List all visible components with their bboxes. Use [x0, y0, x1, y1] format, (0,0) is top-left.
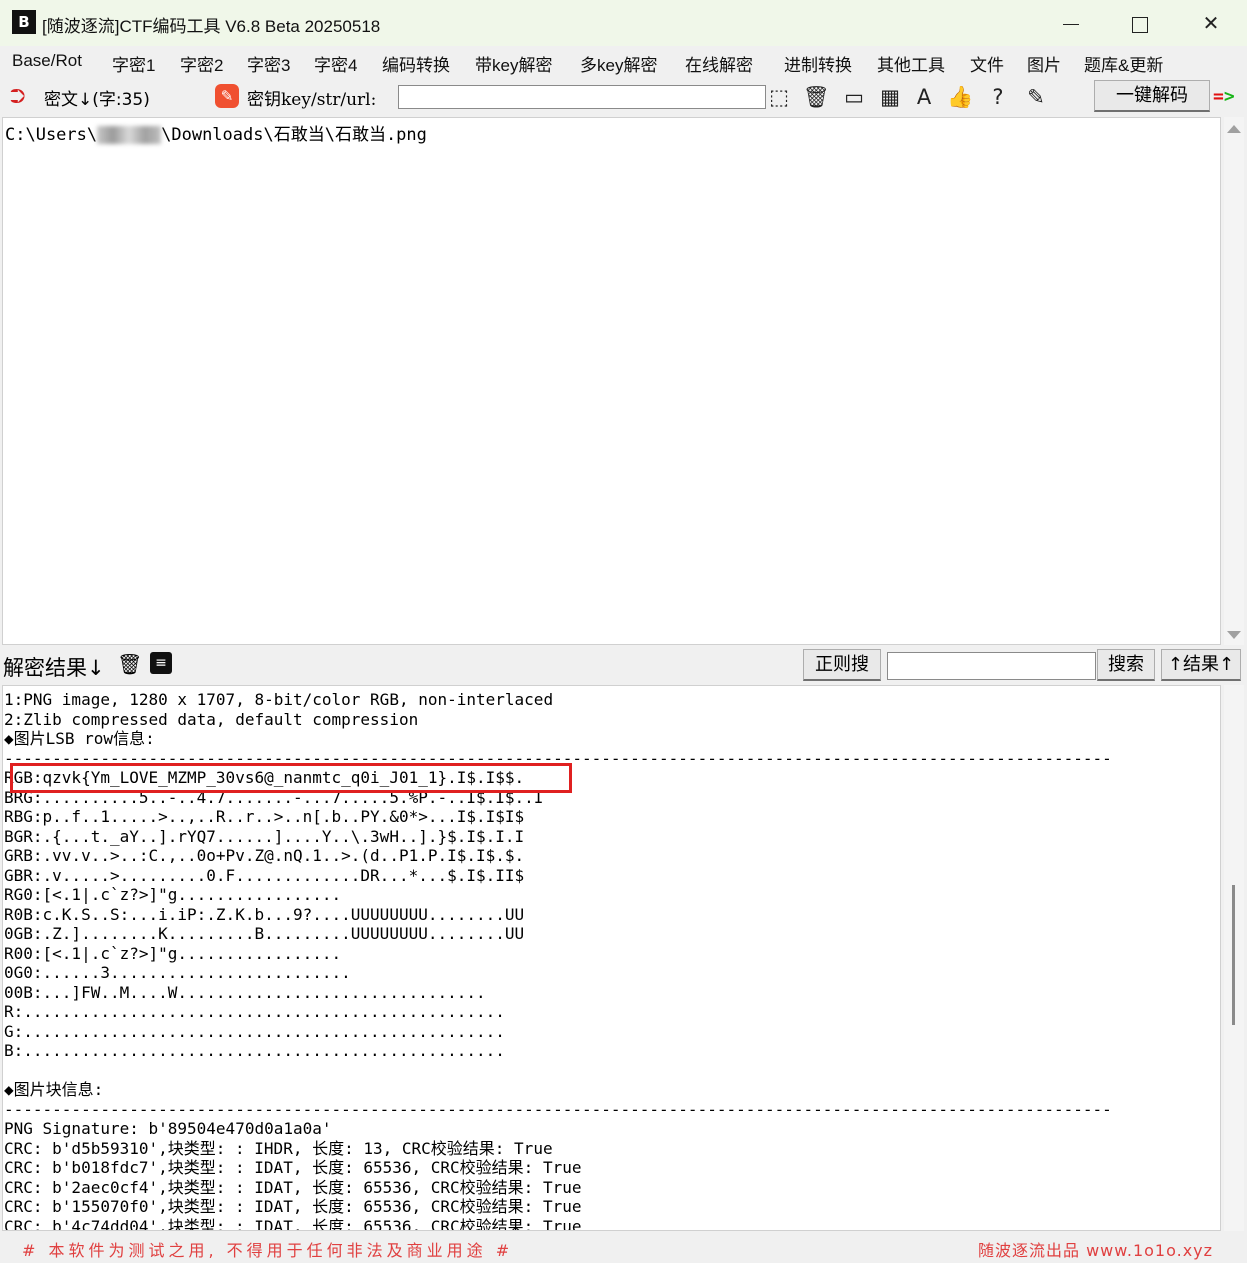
menu-other-tools[interactable]: 其他工具	[877, 51, 945, 76]
output-line: CRC: b'4c74dd04',块类型: : IDAT, 长度: 65536,…	[4, 1216, 582, 1231]
menu-zimi4[interactable]: 字密4	[314, 51, 357, 76]
clear-result-icon[interactable]: 🗑	[117, 652, 142, 676]
title-bar: B [随波逐流]CTF编码工具 V6.8 Beta 20250518 ✕	[0, 0, 1247, 47]
terminal-icon[interactable]: ▭	[841, 84, 867, 110]
send-arrow-icon[interactable]: =>	[1213, 86, 1235, 107]
output-line: 1:PNG image, 1280 x 1707, 8-bit/color RG…	[4, 690, 554, 709]
menu-multikey-decrypt[interactable]: 多key解密	[580, 51, 657, 76]
trash-icon[interactable]: 🗑	[803, 84, 830, 110]
output-line: CRC: b'b018fdc7',块类型: : IDAT, 长度: 65536,…	[4, 1158, 582, 1177]
minimize-icon	[1063, 24, 1079, 25]
output-line: ----------------------------------------…	[4, 1099, 1112, 1119]
result-up-button[interactable]: ↑结果↑	[1161, 649, 1241, 681]
copy-result-icon[interactable]: ≡	[150, 652, 172, 674]
status-footer: # 本软件为测试之用, 不得用于任何非法及商业用途 # 随波逐流出品 www.1…	[0, 1233, 1247, 1263]
menu-file[interactable]: 文件	[970, 51, 1004, 76]
minimize-button[interactable]	[1036, 0, 1106, 46]
output-line: B:......................................…	[4, 1041, 505, 1060]
path-prefix: C:\Users\	[5, 125, 98, 145]
redacted-username	[97, 126, 162, 144]
maximize-button[interactable]	[1105, 0, 1175, 46]
search-button[interactable]: 搜索	[1097, 649, 1155, 681]
output-line: RBG:p..f..1.....>..,..R..r..>..n[.b..PY.…	[4, 807, 525, 826]
menu-key-decrypt[interactable]: 带key解密	[475, 51, 552, 76]
flag-highlight-box	[10, 763, 572, 793]
menu-bar: Base/Rot 字密1 字密2 字密3 字密4 编码转换 带key解密 多ke…	[0, 46, 1247, 76]
result-output[interactable]: 1:PNG image, 1280 x 1707, 8-bit/color RG…	[2, 685, 1221, 1231]
output-scrollbar[interactable]	[1224, 685, 1244, 1231]
font-icon[interactable]: A	[911, 84, 937, 110]
one-click-decode-button[interactable]: 一键解码	[1094, 80, 1210, 112]
menu-encoding-convert[interactable]: 编码转换	[382, 51, 450, 76]
arrow-right-glyph: >	[1223, 86, 1235, 107]
output-line: CRC: b'155070f0',块类型: : IDAT, 长度: 65536,…	[4, 1197, 582, 1216]
cipher-label: 密文↓(字:35)	[44, 90, 150, 110]
output-line: R:......................................…	[4, 1002, 505, 1021]
output-line: BGR:.{...t._aY..].rYQ7......]....Y..\.3w…	[4, 826, 525, 846]
output-line: 0G0:......3.........................	[4, 963, 351, 982]
close-button[interactable]: ✕	[1176, 0, 1246, 46]
output-line: 0GB:.Z.]........K.........B.........UUUU…	[4, 924, 525, 943]
input-path: C:\Users\ \Downloads\石敢当\石敢当.png	[5, 120, 427, 145]
output-line: RG0:[<.1|.c`z?>]"g.................	[4, 885, 342, 904]
window-title: [随波逐流]CTF编码工具 V6.8 Beta 20250518	[42, 17, 381, 36]
maximize-icon	[1132, 16, 1148, 33]
output-line: G:......................................…	[4, 1021, 505, 1041]
menu-zimi2[interactable]: 字密2	[180, 51, 223, 76]
scroll-up-icon[interactable]	[1227, 125, 1241, 133]
disclaimer-text: # 本软件为测试之用, 不得用于任何非法及商业用途 #	[22, 1241, 514, 1260]
menu-online-decrypt[interactable]: 在线解密	[685, 51, 753, 76]
scroll-down-icon[interactable]	[1227, 631, 1241, 639]
calculator-icon[interactable]: ▦	[877, 84, 903, 110]
output-scroll-thumb[interactable]	[1232, 885, 1235, 1025]
ciphertext-input[interactable]: C:\Users\ \Downloads\石敢当\石敢当.png	[2, 117, 1221, 645]
close-icon: ✕	[1202, 11, 1220, 35]
output-line: PNG Signature: b'89504e470d0a1a0a'	[4, 1119, 332, 1138]
output-line: GBR:.v.....>.........0.F.............DR.…	[4, 865, 525, 885]
path-suffix: \Downloads\石敢当\石敢当.png	[161, 125, 427, 145]
result-label: 解密结果↓	[3, 656, 105, 680]
output-line: ◆图片LSB row信息:	[4, 729, 155, 748]
key-label: 密钥key/str/url:	[247, 90, 377, 110]
key-edit-icon[interactable]: ✎	[215, 84, 239, 108]
output-line: ◆图片块信息:	[4, 1080, 104, 1099]
import-icon[interactable]: ⮊	[10, 84, 25, 108]
thumbs-up-icon[interactable]: 👍	[947, 84, 973, 110]
menu-questions-update[interactable]: 题库&更新	[1084, 51, 1163, 76]
output-line: CRC: b'd5b59310',块类型: : IHDR, 长度: 13, CR…	[4, 1138, 553, 1158]
output-line: 2:Zlib compressed data, default compress…	[4, 709, 419, 729]
result-bar: 解密结果↓ 🗑 ≡ 正则搜 搜索 ↑结果↑	[0, 646, 1247, 684]
app-logo-icon: B	[12, 10, 36, 34]
arrow-left-glyph: =	[1213, 86, 1224, 107]
output-line: R0B:c.K.S..S:...i.iP:.Z.K.b...9?....UUUU…	[4, 904, 525, 924]
help-icon[interactable]: ?	[985, 84, 1011, 110]
output-line: R00:[<.1|.c`z?>]"g.................	[4, 943, 342, 963]
search-input[interactable]	[887, 652, 1096, 680]
menu-radix-convert[interactable]: 进制转换	[784, 51, 852, 76]
menu-zimi3[interactable]: 字密3	[247, 51, 290, 76]
output-line: GRB:.vv.v..>..:C.,..0o+Pv.Z@.nQ.1..>.(d.…	[4, 846, 525, 865]
key-input[interactable]	[398, 85, 766, 109]
output-line: CRC: b'2aec0cf4',块类型: : IDAT, 长度: 65536,…	[4, 1177, 582, 1197]
cursor-select-icon[interactable]: ⬚	[766, 84, 792, 110]
edit-note-icon[interactable]: ✎	[1023, 84, 1049, 110]
regex-search-button[interactable]: 正则搜	[803, 649, 881, 681]
credit-text: 随波逐流出品 www.1o1o.xyz	[978, 1241, 1214, 1260]
menu-base-rot[interactable]: Base/Rot	[12, 51, 82, 71]
toolbar: ⮊ 密文↓(字:35) ✎ 密钥key/str/url: ⬚ 🗑 ▭ ▦ A 👍…	[0, 78, 1247, 116]
menu-zimi1[interactable]: 字密1	[112, 51, 155, 76]
menu-image[interactable]: 图片	[1027, 51, 1061, 76]
output-line: 00B:...]FW..M....W......................…	[4, 982, 486, 1002]
input-scrollbar[interactable]	[1224, 117, 1244, 645]
